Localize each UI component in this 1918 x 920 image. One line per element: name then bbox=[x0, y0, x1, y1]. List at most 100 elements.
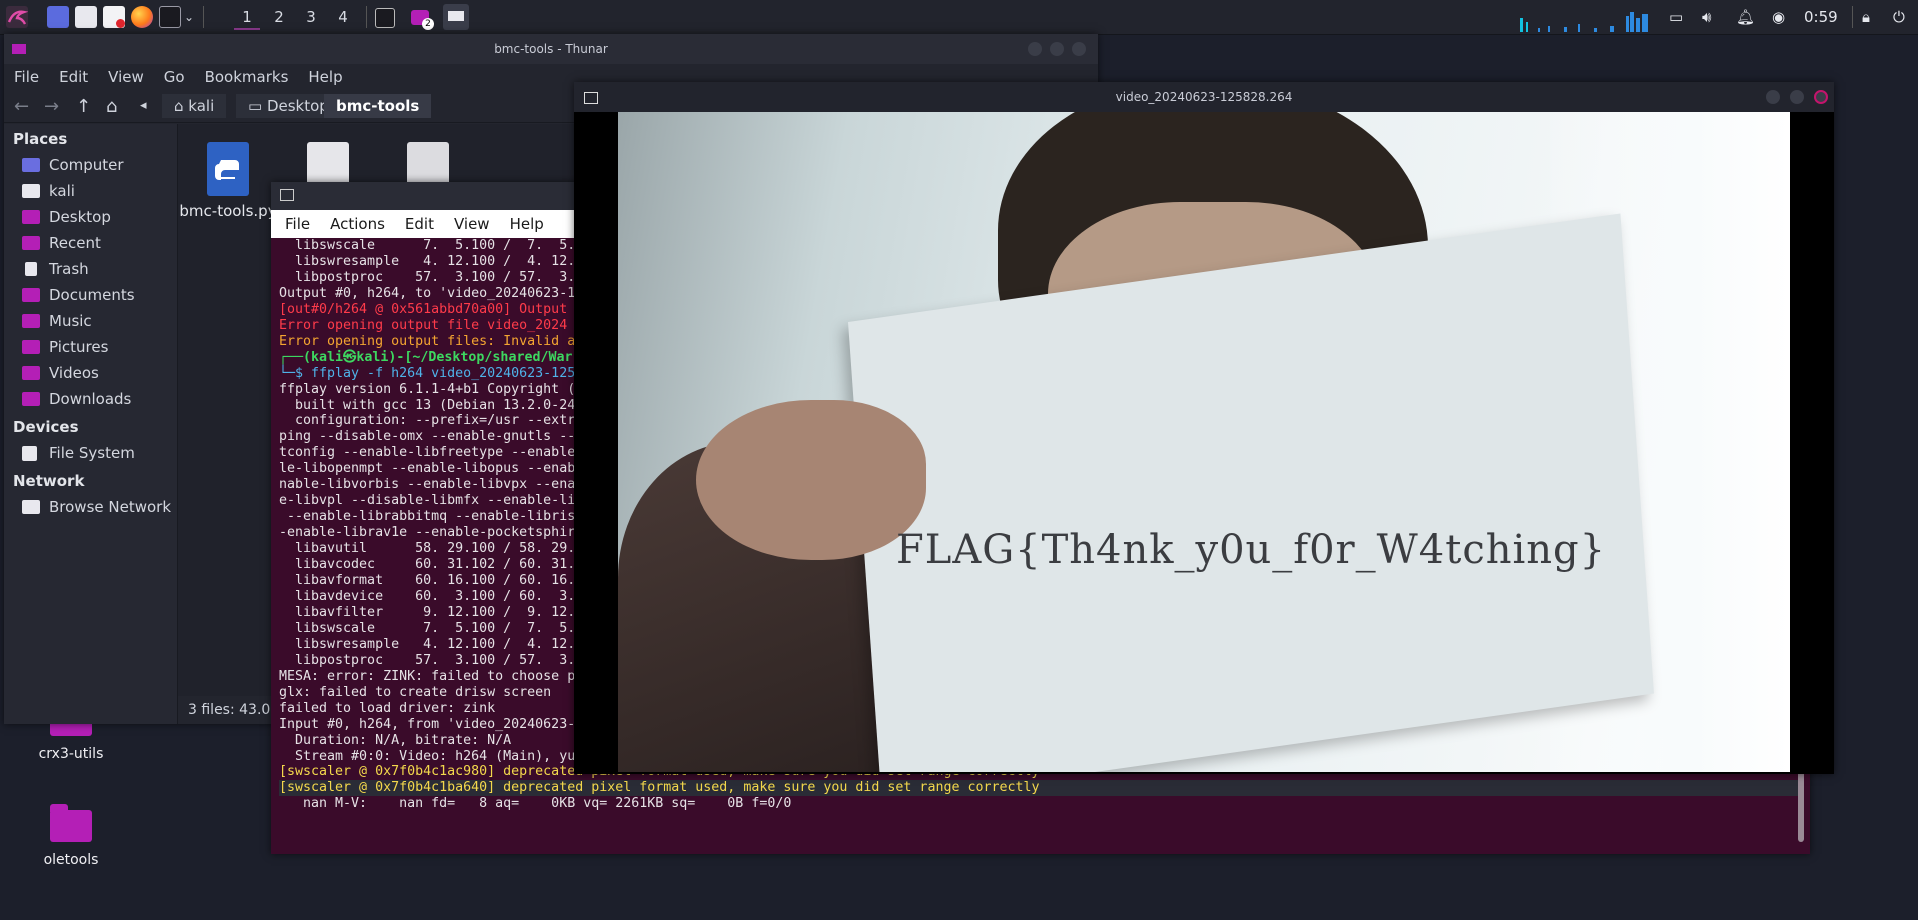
desktop-folder-label: crx3-utils bbox=[38, 746, 104, 762]
terminal-window-icon bbox=[280, 189, 294, 201]
lock-icon[interactable]: 🔒︎ bbox=[1862, 8, 1870, 26]
breadcrumb-left-icon[interactable]: ◂ bbox=[140, 98, 147, 113]
thunar-sidebar: Places Computer kali Desktop Recent Tras… bbox=[4, 124, 178, 724]
close-button[interactable] bbox=[1072, 42, 1086, 56]
sidebar-item-file-system[interactable]: File System bbox=[4, 440, 177, 466]
window-title: bmc-tools - Thunar bbox=[494, 42, 608, 56]
documents-folder-icon bbox=[22, 288, 40, 302]
text-editor-icon[interactable] bbox=[103, 6, 125, 28]
menu-go[interactable]: Go bbox=[164, 68, 185, 86]
minimize-button[interactable] bbox=[1766, 90, 1780, 104]
forward-arrow-icon[interactable]: → bbox=[44, 96, 59, 117]
close-button[interactable] bbox=[1814, 90, 1828, 104]
network-monitor-graph bbox=[1518, 12, 1658, 32]
workspace-3-button[interactable]: 3 bbox=[298, 6, 324, 28]
workspace-1-button[interactable]: 1 bbox=[234, 6, 260, 30]
top-panel: ⌄ 1 2 3 4 2 ▭ 🔊︎ 🔔︎ ◉ 0:59 🔒︎ ⏻ bbox=[0, 0, 1918, 35]
recent-icon bbox=[22, 236, 40, 250]
sidebar-item-desktop[interactable]: Desktop bbox=[4, 204, 177, 230]
music-folder-icon bbox=[22, 314, 40, 328]
window-icon bbox=[584, 92, 598, 104]
back-arrow-icon[interactable]: ← bbox=[14, 96, 29, 117]
sidebar-item-pictures[interactable]: Pictures bbox=[4, 334, 177, 360]
firefox-icon[interactable] bbox=[131, 6, 153, 28]
desktop-icon: ▭ bbox=[248, 97, 267, 115]
desktop-folder-label: oletools bbox=[43, 852, 99, 868]
downloads-folder-icon bbox=[22, 392, 40, 406]
pictures-folder-icon bbox=[22, 340, 40, 354]
python-file-icon bbox=[207, 142, 249, 196]
menu-edit[interactable]: Edit bbox=[59, 68, 88, 86]
menu-help[interactable]: Help bbox=[510, 215, 544, 233]
clock[interactable]: 0:59 bbox=[1804, 8, 1838, 26]
sidebar-item-trash[interactable]: Trash bbox=[4, 256, 177, 282]
network-monitor-icon bbox=[22, 500, 40, 514]
file-label: bmc-tools.py bbox=[179, 202, 277, 220]
devices-heading: Devices bbox=[13, 418, 79, 436]
kali-menu-icon[interactable] bbox=[6, 6, 29, 28]
sidebar-item-videos[interactable]: Videos bbox=[4, 360, 177, 386]
drive-icon bbox=[22, 446, 37, 461]
sidebar-item-recent[interactable]: Recent bbox=[4, 230, 177, 256]
file-manager-icon[interactable] bbox=[75, 6, 97, 28]
notifications-icon[interactable]: 🔔︎ bbox=[1736, 8, 1755, 26]
sidebar-item-downloads[interactable]: Downloads bbox=[4, 386, 177, 412]
menu-file[interactable]: File bbox=[14, 68, 39, 86]
sidebar-item-music[interactable]: Music bbox=[4, 308, 177, 334]
network-heading: Network bbox=[13, 472, 85, 490]
workspace-4-button[interactable]: 4 bbox=[330, 6, 356, 28]
thunar-titlebar[interactable]: bmc-tools - Thunar bbox=[4, 34, 1098, 64]
workspace-2-button[interactable]: 2 bbox=[266, 6, 292, 28]
display-icon[interactable]: ▭ bbox=[1669, 8, 1683, 26]
menu-help[interactable]: Help bbox=[308, 68, 342, 86]
power-manager-icon[interactable]: ◉ bbox=[1772, 8, 1785, 26]
trash-icon bbox=[25, 262, 37, 276]
computer-icon bbox=[22, 158, 40, 172]
menu-bookmarks[interactable]: Bookmarks bbox=[205, 68, 289, 86]
up-arrow-icon[interactable]: ↑ bbox=[76, 96, 91, 117]
video-titlebar[interactable]: video_20240623-125828.264 bbox=[574, 82, 1834, 112]
sidebar-item-documents[interactable]: Documents bbox=[4, 282, 177, 308]
home-icon: ⌂ bbox=[174, 97, 189, 115]
videos-folder-icon bbox=[22, 366, 40, 380]
terminal-menubar: File Actions Edit View Help bbox=[271, 210, 585, 238]
menu-edit[interactable]: Edit bbox=[405, 215, 434, 233]
maximize-button[interactable] bbox=[1790, 90, 1804, 104]
minimize-button[interactable] bbox=[1028, 42, 1042, 56]
maximize-button[interactable] bbox=[1050, 42, 1064, 56]
panel-separator bbox=[1852, 6, 1853, 28]
desktop-folder-oletools[interactable]: oletools bbox=[16, 804, 126, 868]
person-hand bbox=[696, 400, 926, 560]
logout-icon[interactable]: ⏻ bbox=[1893, 8, 1905, 26]
home-folder-icon bbox=[22, 184, 40, 198]
breadcrumb-bmc-tools[interactable]: bmc-tools bbox=[324, 94, 432, 118]
video-frame[interactable]: FLAG{Th4nk_y0u_f0r_W4tching} bbox=[618, 112, 1790, 772]
window-title: video_20240623-125828.264 bbox=[1115, 90, 1293, 104]
taskbar-terminal-icon[interactable] bbox=[375, 8, 395, 28]
volume-icon[interactable]: 🔊︎ bbox=[1702, 8, 1711, 26]
terminal-line: [swscaler @ 0x7f0b4c1ba640] deprecated p… bbox=[279, 780, 1779, 797]
sidebar-item-computer[interactable]: Computer bbox=[4, 152, 177, 178]
chevron-down-icon[interactable]: ⌄ bbox=[184, 6, 198, 28]
breadcrumb-kali[interactable]: ⌂ kali bbox=[162, 94, 227, 118]
desktop-folder-icon bbox=[22, 210, 40, 224]
panel-separator bbox=[366, 6, 367, 28]
folder-icon bbox=[50, 804, 92, 842]
folder-icon bbox=[12, 44, 26, 54]
menu-file[interactable]: File bbox=[285, 215, 310, 233]
sidebar-item-kali[interactable]: kali bbox=[4, 178, 177, 204]
menu-view[interactable]: View bbox=[108, 68, 144, 86]
places-heading: Places bbox=[13, 130, 68, 148]
sidebar-item-browse-network[interactable]: Browse Network bbox=[4, 494, 177, 520]
taskbar-badge: 2 bbox=[422, 18, 434, 30]
panel-separator bbox=[203, 6, 204, 28]
file-bmc-tools-py[interactable]: bmc-tools.py bbox=[178, 142, 278, 220]
show-desktop-icon[interactable] bbox=[47, 6, 69, 28]
video-player-window: video_20240623-125828.264 FLAG{Th4nk_y0u… bbox=[574, 82, 1834, 774]
taskbar-video-icon[interactable] bbox=[443, 4, 469, 30]
home-icon[interactable]: ⌂ bbox=[106, 96, 117, 117]
menu-view[interactable]: View bbox=[454, 215, 490, 233]
menu-actions[interactable]: Actions bbox=[330, 215, 385, 233]
terminal-line: nan M-V: nan fd= 8 aq= 0KB vq= 2261KB sq… bbox=[279, 796, 792, 812]
terminal-launcher-icon[interactable] bbox=[159, 6, 181, 28]
